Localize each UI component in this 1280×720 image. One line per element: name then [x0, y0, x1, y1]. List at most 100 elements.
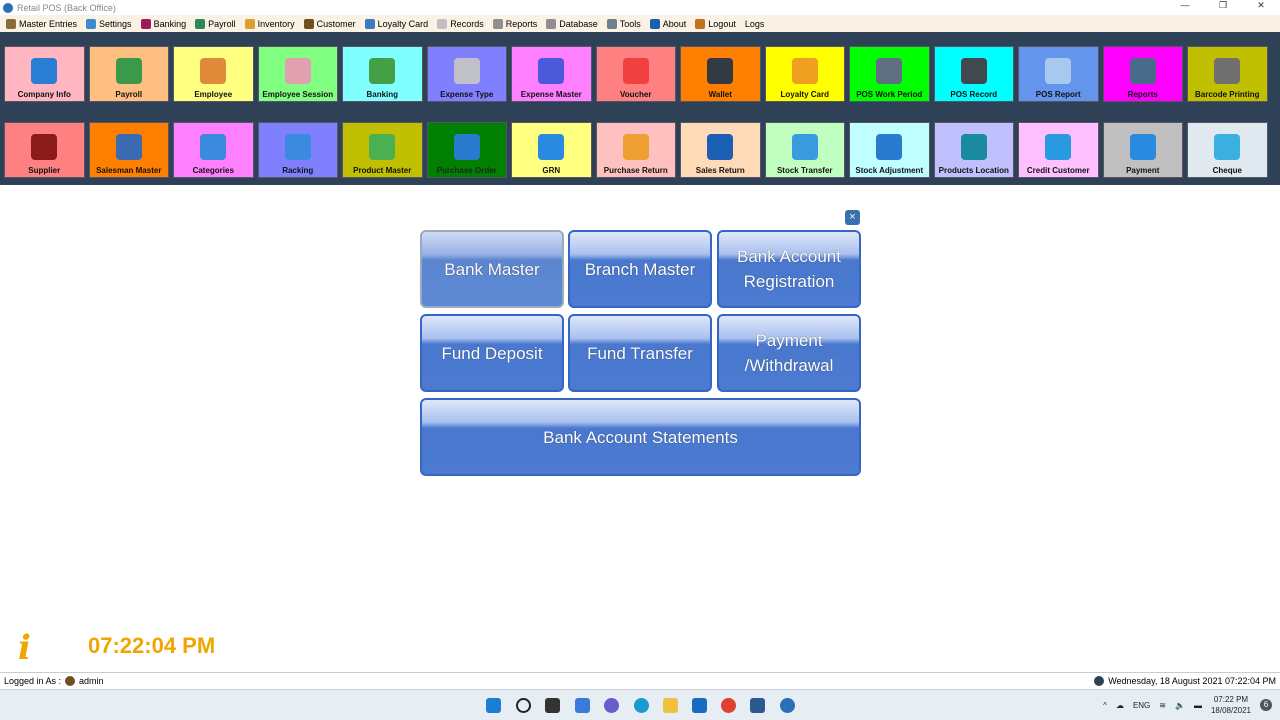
- records-icon: [437, 18, 448, 29]
- tile-stock-adjustment[interactable]: Stock Adjustment: [849, 122, 930, 178]
- fund-deposit-button[interactable]: Fund Deposit: [420, 314, 564, 392]
- menu-logs[interactable]: Logs: [745, 19, 765, 29]
- tile-label: Product Master: [353, 166, 412, 175]
- branch-master-button[interactable]: Branch Master: [568, 230, 712, 308]
- logout-icon: [695, 18, 706, 29]
- notification-badge[interactable]: 6: [1260, 699, 1272, 711]
- teams-icon[interactable]: [604, 698, 619, 713]
- tile-voucher[interactable]: Voucher: [595, 46, 676, 102]
- tile-expense-type[interactable]: Expense Type: [426, 46, 507, 102]
- employee-icon: [200, 58, 227, 84]
- chrome-icon[interactable]: [721, 698, 736, 713]
- widgets-icon[interactable]: [575, 698, 590, 713]
- volume-icon[interactable]: 🔈: [1175, 701, 1185, 710]
- menu-logout[interactable]: Logout: [695, 18, 736, 29]
- tile-salesman-master[interactable]: Salesman Master: [88, 122, 169, 178]
- menu-reports[interactable]: Reports: [492, 18, 538, 29]
- close-panel-icon[interactable]: ×: [845, 210, 860, 225]
- edge-icon[interactable]: [634, 698, 649, 713]
- tile-employee-session[interactable]: Employee Session: [257, 46, 338, 102]
- tile-purchase-return[interactable]: Purchase Return: [595, 122, 676, 178]
- menu-tools[interactable]: Tools: [606, 18, 641, 29]
- stock-transfer-icon: [791, 134, 818, 160]
- tile-cheque[interactable]: Cheque: [1187, 122, 1268, 178]
- tile-expense-master[interactable]: Expense Master: [511, 46, 592, 102]
- tile-employee[interactable]: Employee: [173, 46, 254, 102]
- tile-pos-record[interactable]: POS Record: [933, 46, 1014, 102]
- menu-payroll[interactable]: Payroll: [195, 18, 236, 29]
- close-window-button[interactable]: ✕: [1242, 0, 1280, 11]
- tile-banking[interactable]: Banking: [342, 46, 423, 102]
- info-icon[interactable]: i: [18, 628, 31, 668]
- tile-label: Employee: [194, 90, 233, 99]
- battery-icon[interactable]: ▬: [1194, 701, 1202, 710]
- bank-account-registration-button[interactable]: Bank Account Registration: [717, 230, 861, 308]
- tile-products-location[interactable]: Products Location: [933, 122, 1014, 178]
- menu-label: About: [662, 18, 687, 29]
- tile-stock-transfer[interactable]: Stock Transfer: [764, 122, 845, 178]
- tile-company-info[interactable]: Company Info: [4, 46, 85, 102]
- racking-icon: [284, 134, 311, 160]
- menu-customer[interactable]: Customer: [303, 18, 356, 29]
- status-bar: Logged in As : admin Wednesday, 18 Augus…: [0, 672, 1280, 689]
- taskbar-clock[interactable]: 07:22 PM 18/08/2021: [1211, 694, 1251, 716]
- language-indicator[interactable]: ENG: [1133, 701, 1150, 710]
- app-icon: [3, 2, 13, 13]
- salesman-master-icon: [115, 134, 142, 160]
- payment-withdrawal-button[interactable]: Payment /Withdrawal: [717, 314, 861, 392]
- tile-loyalty-card[interactable]: Loyalty Card: [764, 46, 845, 102]
- tile-grn[interactable]: GRN: [511, 122, 592, 178]
- menu-loyalty-card[interactable]: Loyalty Card: [364, 18, 428, 29]
- menu-records[interactable]: Records: [437, 18, 484, 29]
- chevron-up-icon[interactable]: ^: [1103, 701, 1107, 710]
- mail-icon[interactable]: [692, 698, 707, 713]
- tile-purchase-order[interactable]: Purchase Order: [426, 122, 507, 178]
- cloud-icon[interactable]: ☁: [1116, 701, 1124, 710]
- menu-about[interactable]: About: [649, 18, 687, 29]
- fund-transfer-button[interactable]: Fund Transfer: [568, 314, 712, 392]
- tile-label: Supplier: [28, 166, 61, 175]
- start-icon[interactable]: [486, 698, 501, 713]
- tile-product-master[interactable]: Product Master: [342, 122, 423, 178]
- menu-master-entries[interactable]: Master Entries: [6, 18, 77, 29]
- windows-taskbar: ^ ☁ ENG ≋ 🔈 ▬ 07:22 PM 18/08/2021 6: [0, 689, 1280, 720]
- wifi-icon[interactable]: ≋: [1159, 701, 1166, 710]
- task-view-icon[interactable]: [545, 698, 560, 713]
- bank-account-statements-button[interactable]: Bank Account Statements: [420, 398, 861, 476]
- tile-wallet[interactable]: Wallet: [680, 46, 761, 102]
- inventory-icon: [244, 18, 255, 29]
- menu-banking[interactable]: Banking: [140, 18, 186, 29]
- tile-sales-return[interactable]: Sales Return: [680, 122, 761, 178]
- file-explorer-icon[interactable]: [663, 698, 678, 713]
- menu-inventory[interactable]: Inventory: [244, 18, 295, 29]
- tile-payment[interactable]: Payment: [1102, 122, 1183, 178]
- employee-session-icon: [284, 58, 311, 84]
- clock: 07:22:04 PM: [88, 633, 216, 658]
- retail-pos-icon[interactable]: [780, 698, 795, 713]
- notepad-icon[interactable]: [750, 698, 765, 713]
- system-tray: ^ ☁ ENG ≋ 🔈 ▬ 07:22 PM 18/08/2021 6: [1103, 694, 1272, 716]
- maximize-button[interactable]: ❐: [1204, 0, 1242, 11]
- tile-label: Payroll: [115, 90, 143, 99]
- menu-label: Reports: [505, 18, 538, 29]
- tile-pos-work-period[interactable]: POS Work Period: [849, 46, 930, 102]
- bank-master-button[interactable]: Bank Master: [420, 230, 564, 308]
- menu-label: Database: [559, 18, 598, 29]
- tile-barcode-printing[interactable]: Barcode Printing: [1187, 46, 1268, 102]
- tile-label: Company Info: [17, 90, 71, 99]
- tile-categories[interactable]: Categories: [173, 122, 254, 178]
- menu-database[interactable]: Database: [546, 18, 598, 29]
- search-icon[interactable]: [516, 698, 531, 713]
- tile-reports[interactable]: Reports: [1102, 46, 1183, 102]
- tile-credit-customer[interactable]: Credit Customer: [1018, 122, 1099, 178]
- tile-supplier[interactable]: Supplier: [4, 122, 85, 178]
- menu-settings[interactable]: Settings: [86, 18, 132, 29]
- pos-work-period-icon: [876, 58, 903, 84]
- tile-racking[interactable]: Racking: [257, 122, 338, 178]
- tile-payroll[interactable]: Payroll: [88, 46, 169, 102]
- tile-pos-report[interactable]: POS Report: [1018, 46, 1099, 102]
- minimize-button[interactable]: —: [1166, 0, 1204, 11]
- tile-label: Racking: [282, 166, 314, 175]
- status-datetime: Wednesday, 18 August 2021 07:22:04 PM: [1108, 676, 1276, 686]
- tile-label: Voucher: [620, 90, 652, 99]
